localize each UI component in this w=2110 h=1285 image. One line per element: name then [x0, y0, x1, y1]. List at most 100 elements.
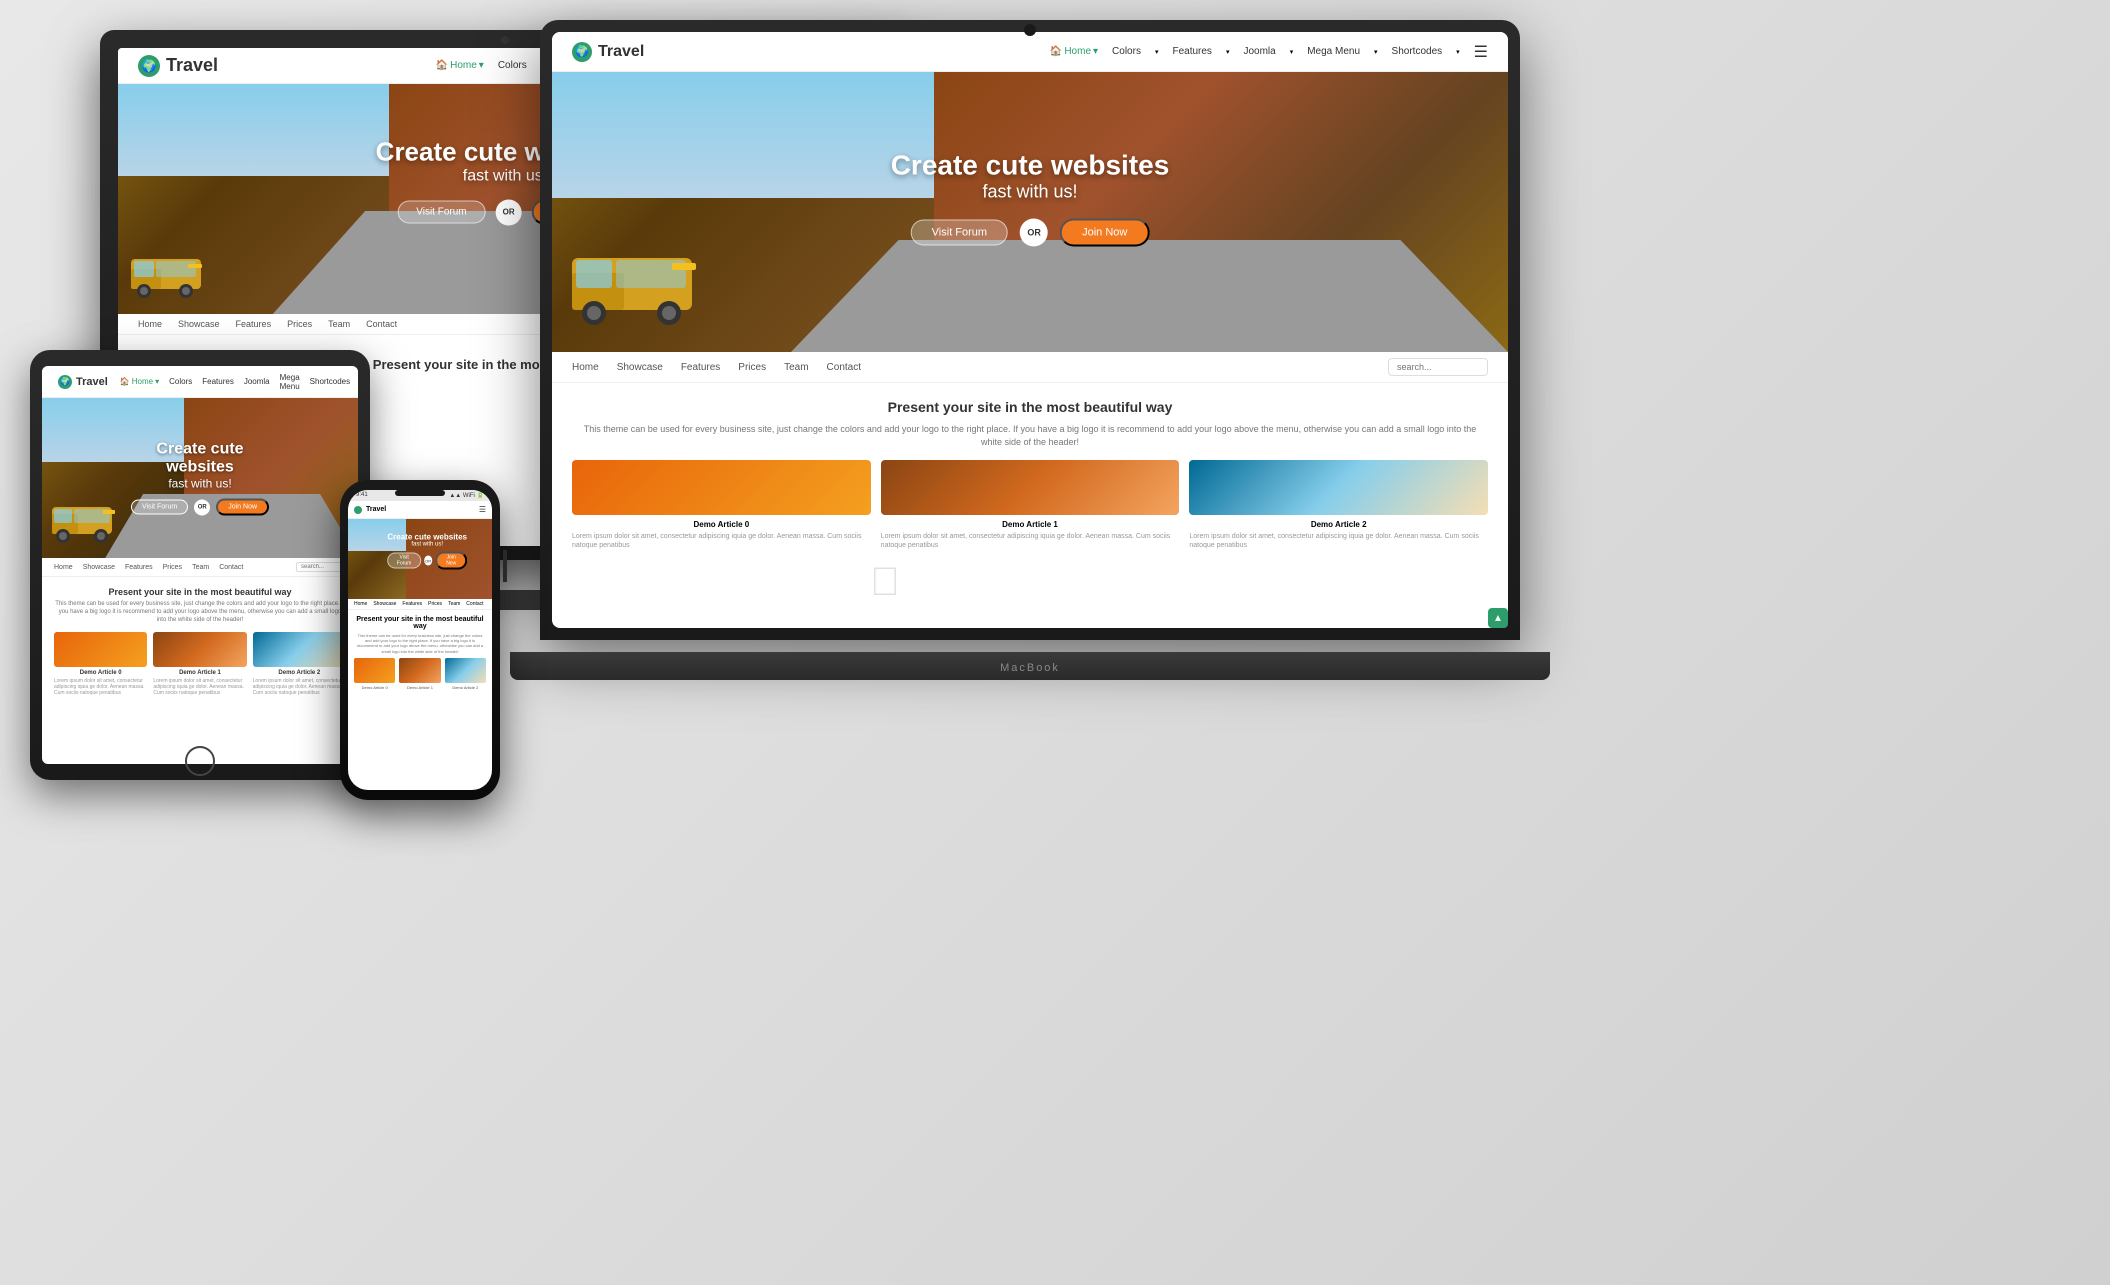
tablet-sec-showcase[interactable]: Showcase: [83, 564, 115, 571]
tablet-sec-contact[interactable]: Contact: [219, 564, 243, 571]
desktop-sec-team[interactable]: Team: [328, 319, 350, 329]
tablet-nav-home[interactable]: 🏠 Home ▾: [120, 377, 159, 386]
laptop-body: 🌍 Travel 🏠 Home ▾ Colors ▾ Features ▾ Jo…: [540, 20, 1520, 640]
laptop-search-input[interactable]: [1388, 358, 1488, 376]
tablet-home-button[interactable]: [185, 746, 215, 776]
phone-sec-home[interactable]: Home: [354, 601, 367, 607]
laptop-nav-joomla[interactable]: Joomla: [1243, 46, 1275, 57]
tablet-sec-team[interactable]: Team: [192, 564, 209, 571]
desktop-visit-forum-button[interactable]: Visit Forum: [397, 201, 485, 224]
laptop-hero-title: Create cute websites: [891, 150, 1170, 182]
phone-notch: [395, 490, 445, 496]
laptop-sec-contact[interactable]: Contact: [827, 362, 861, 373]
desktop-logo: 🌍 Travel: [138, 55, 218, 77]
tablet-sec-features[interactable]: Features: [125, 564, 153, 571]
laptop-hamburger-icon[interactable]: ☰: [1474, 42, 1488, 62]
tablet-nav-links: 🏠 Home ▾ Colors Features Joomla Mega Men…: [120, 373, 358, 391]
desktop-sec-prices[interactable]: Prices: [287, 319, 312, 329]
laptop-van: [564, 223, 704, 338]
laptop-nav-links: 🏠 Home ▾ Colors ▾ Features ▾ Joomla ▾ Me…: [1050, 42, 1488, 62]
tablet-sec-home[interactable]: Home: [54, 564, 73, 571]
laptop-sec-home[interactable]: Home: [572, 362, 599, 373]
laptop-nav-features[interactable]: Features: [1172, 46, 1211, 57]
tablet-article-2: Demo Article 1 Lorem ipsum dolor sit ame…: [153, 632, 246, 696]
phone-visit-forum-button[interactable]: Visit Forum: [387, 553, 421, 569]
phone-article-1-text: Demo Article 0: [354, 685, 395, 690]
tablet-nav-features[interactable]: Features: [202, 377, 234, 386]
phone-sec-team[interactable]: Team: [448, 601, 460, 607]
laptop-nav-home[interactable]: 🏠 Home ▾: [1050, 46, 1098, 57]
laptop-article-2-title: Demo Article 1: [881, 520, 1180, 529]
laptop-road: [791, 240, 1508, 352]
desktop-sec-contact[interactable]: Contact: [366, 319, 397, 329]
laptop-join-now-button[interactable]: Join Now: [1060, 219, 1149, 247]
tablet-hero-subtitle: fast with us!: [121, 477, 279, 491]
phone-join-now-button[interactable]: Join Now: [435, 552, 467, 570]
laptop: 🌍 Travel 🏠 Home ▾ Colors ▾ Features ▾ Jo…: [540, 20, 1520, 680]
desktop-sec-home[interactable]: Home: [138, 319, 162, 329]
phone-sec-prices[interactable]: Prices: [428, 601, 442, 607]
laptop-scroll-top[interactable]: ▲: [1488, 608, 1508, 628]
desktop-van: [126, 239, 206, 304]
phone-sec-contact[interactable]: Contact: [466, 601, 483, 607]
tablet-article-3-text: Lorem ipsum dolor sit amet, consectetur …: [253, 678, 346, 696]
phone-article-2: Demo Article 1: [399, 658, 440, 690]
laptop-sec-team[interactable]: Team: [784, 362, 808, 373]
desktop-or-badge: OR: [496, 199, 522, 225]
laptop-hero-subtitle: fast with us!: [891, 182, 1170, 203]
tablet-sec-prices[interactable]: Prices: [163, 564, 182, 571]
laptop-nav: 🌍 Travel 🏠 Home ▾ Colors ▾ Features ▾ Jo…: [552, 32, 1508, 72]
tablet-visit-forum-button[interactable]: Visit Forum: [131, 500, 188, 515]
laptop-article-1-title: Demo Article 0: [572, 520, 871, 529]
desktop-nav-home[interactable]: 🏠 Home ▾: [436, 60, 484, 71]
laptop-sec-prices[interactable]: Prices: [738, 362, 766, 373]
laptop-nav-shortcodes[interactable]: Shortcodes: [1392, 46, 1443, 57]
tablet-nav-joomla[interactable]: Joomla: [244, 377, 270, 386]
desktop-sec-showcase[interactable]: Showcase: [178, 319, 220, 329]
phone-screen: 9:41 ▲▲ WiFi 🔋 Travel ☰ Create cu: [348, 490, 492, 790]
phone-content: Present your site in the most beautiful …: [348, 610, 492, 696]
phone-sec-features[interactable]: Features: [402, 601, 422, 607]
laptop-base: [510, 652, 1550, 680]
phone-hero-buttons: Visit Forum OR Join Now: [387, 552, 467, 570]
tablet-hero: Create cute websites fast with us! Visit…: [42, 398, 358, 558]
tablet-nav: 🌍 Travel 🏠 Home ▾ Colors Features Joomla…: [42, 366, 358, 398]
tablet-search-input[interactable]: [296, 562, 346, 572]
phone-article-3-img: [445, 658, 486, 683]
phone-sec-showcase[interactable]: Showcase: [373, 601, 396, 607]
tablet-article-2-text: Lorem ipsum dolor sit amet, consectetur …: [153, 678, 246, 696]
laptop-article-1: Demo Article 0 Lorem ipsum dolor sit ame…: [572, 460, 871, 550]
laptop-visit-forum-button[interactable]: Visit Forum: [911, 220, 1008, 246]
laptop-brand-name: Travel: [598, 43, 644, 61]
phone-hero-text: Create cute websites fast with us! Visit…: [387, 533, 467, 570]
laptop-hero-buttons: Visit Forum OR Join Now: [891, 219, 1170, 247]
tablet-article-2-title: Demo Article 1: [153, 670, 246, 676]
laptop-nav-colors[interactable]: Colors: [1112, 46, 1141, 57]
phone-logo: Travel: [354, 506, 386, 514]
desktop-globe-icon: 🌍: [138, 55, 160, 77]
phone-hero: Create cute websites fast with us! Visit…: [348, 519, 492, 599]
tablet-content-title: Present your site in the most beautiful …: [54, 587, 346, 597]
desktop-nav-colors[interactable]: Colors: [498, 60, 527, 71]
tablet-nav-mega[interactable]: Mega Menu: [280, 373, 300, 391]
phone-signal-icons: ▲▲ WiFi 🔋: [449, 492, 484, 499]
phone-hero-subtitle: fast with us!: [387, 542, 467, 548]
laptop-sec-showcase[interactable]: Showcase: [617, 362, 663, 373]
desktop-sec-features[interactable]: Features: [236, 319, 272, 329]
laptop-sec-features[interactable]: Features: [681, 362, 720, 373]
phone-article-2-img: [399, 658, 440, 683]
laptop-article-2-text: Lorem ipsum dolor sit amet, consectetur …: [881, 532, 1180, 550]
tablet-nav-shortcodes[interactable]: Shortcodes: [310, 377, 350, 386]
tablet-article-1-title: Demo Article 0: [54, 670, 147, 676]
tablet-join-now-button[interactable]: Join Now: [216, 499, 269, 516]
laptop-second-nav: Home Showcase Features Prices Team Conta…: [552, 352, 1508, 383]
laptop-hero: Create cute websites fast with us! Visit…: [552, 72, 1508, 352]
laptop-nav-mega[interactable]: Mega Menu: [1307, 46, 1360, 57]
tablet-article-1: Demo Article 0 Lorem ipsum dolor sit ame…: [54, 632, 147, 696]
monitor-stand: [503, 550, 507, 582]
phone-content-text: This theme can be used for every busines…: [354, 633, 486, 654]
tablet-nav-colors[interactable]: Colors: [169, 377, 192, 386]
tablet-article-3-title: Demo Article 2: [253, 670, 346, 676]
phone: 9:41 ▲▲ WiFi 🔋 Travel ☰ Create cu: [340, 480, 500, 800]
phone-hamburger-icon[interactable]: ☰: [479, 505, 486, 514]
